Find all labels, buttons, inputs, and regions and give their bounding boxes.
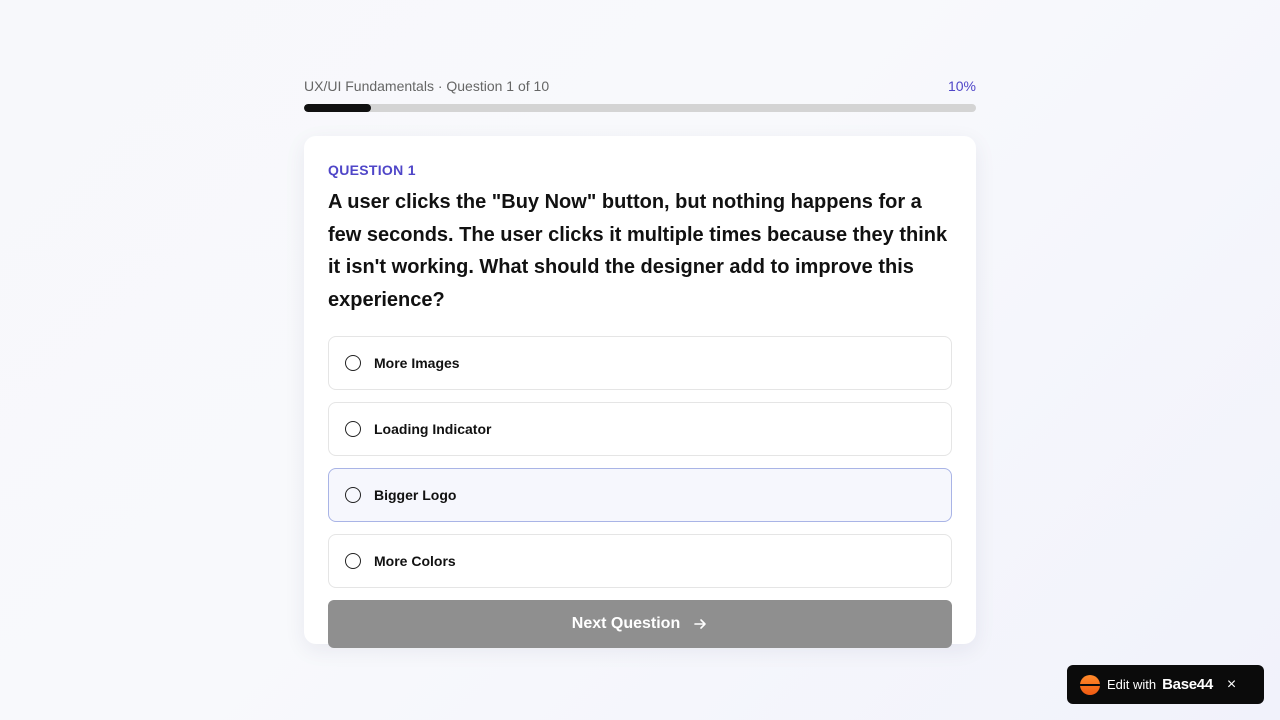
- badge-text: Edit with: [1107, 677, 1157, 692]
- question-number: QUESTION 1: [328, 162, 416, 178]
- next-question-button[interactable]: Next Question: [328, 600, 952, 648]
- answer-option-label: Loading Indicator: [374, 421, 492, 437]
- progress-label: UX/UI Fundamentals · Question 1 of 10: [304, 78, 550, 94]
- answer-option-more-colors[interactable]: More Colors: [328, 534, 952, 588]
- radio-button[interactable]: [345, 355, 361, 371]
- radio-button[interactable]: [345, 487, 361, 503]
- answer-option-label: More Images: [374, 355, 460, 371]
- next-question-label: Next Question: [571, 615, 681, 632]
- answer-option-loading-indicator[interactable]: Loading Indicator: [328, 402, 952, 456]
- progress-bar: [304, 104, 976, 112]
- question-text: A user clicks the "Buy Now" button, but …: [328, 191, 948, 311]
- progress-fill: [304, 104, 372, 112]
- radio-button[interactable]: [345, 553, 361, 569]
- answer-options: More Images Loading Indicator Bigger Log…: [328, 336, 952, 588]
- quiz-container: UX/UI Fundamentals · Question 1 of 10 10…: [304, 76, 976, 648]
- answer-option-label: More Colors: [374, 553, 456, 569]
- base44-logo-icon: [1080, 674, 1100, 695]
- arrow-right-icon: [692, 616, 708, 632]
- progress-percent: 10%: [947, 78, 976, 94]
- radio-button[interactable]: [345, 421, 361, 437]
- answer-option-more-images[interactable]: More Images: [328, 336, 952, 390]
- close-icon[interactable]: ×: [1227, 676, 1236, 693]
- badge-brand: Base44: [1162, 676, 1213, 693]
- answer-option-label: Bigger Logo: [374, 487, 457, 503]
- question-card: QUESTION 1 A user clicks the "Buy Now" b…: [304, 136, 976, 648]
- progress-header: UX/UI Fundamentals · Question 1 of 10 10…: [304, 76, 976, 96]
- answer-option-bigger-logo[interactable]: Bigger Logo: [328, 468, 952, 522]
- edit-with-base44-badge[interactable]: Edit with Base44 ×: [1067, 665, 1264, 704]
